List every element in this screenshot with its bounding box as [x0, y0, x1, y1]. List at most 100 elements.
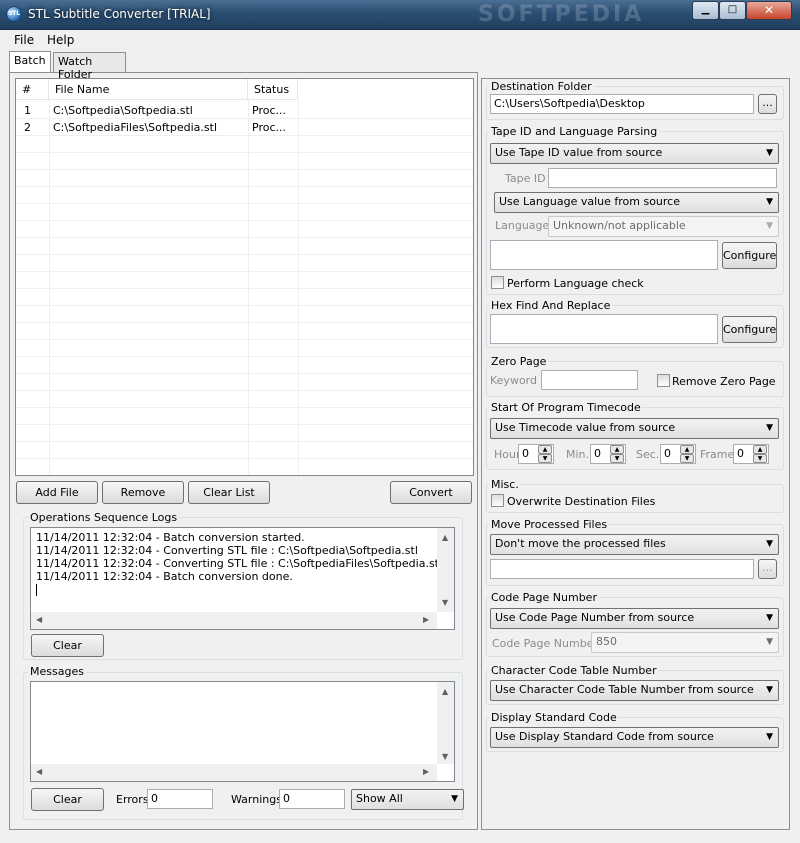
menu-file[interactable]: File [14, 33, 34, 47]
perform-language-check-label: Perform Language check [507, 277, 644, 290]
table-row[interactable]: 2 C:\SoftpediaFiles\Softpedia.stl Proc..… [16, 118, 473, 135]
scroll-left-icon[interactable]: ◀ [36, 767, 42, 776]
misc-title: Misc. [489, 478, 521, 491]
spin-down-icon[interactable]: ▼ [610, 454, 624, 463]
messages-filter-select[interactable]: Show All ▼ [351, 789, 464, 810]
spin-down-icon[interactable]: ▼ [680, 454, 694, 463]
tape-id-input[interactable] [548, 168, 777, 188]
hex-configure-button[interactable]: Configure [722, 316, 777, 343]
tape-id-label: Tape ID [505, 172, 546, 185]
code-page-number-select[interactable]: 850 ▼ [591, 632, 779, 653]
row-file-name: C:\SoftpediaFiles\Softpedia.stl [53, 121, 218, 134]
move-processed-value: Don't move the processed files [495, 537, 666, 550]
keyword-input[interactable] [541, 370, 638, 390]
second-value: 0 [664, 447, 671, 460]
minimize-button[interactable]: ▁ [692, 1, 719, 20]
log-horizontal-scrollbar[interactable]: ◀ ▶ [31, 612, 437, 629]
clear-logs-button[interactable]: Clear [31, 634, 104, 657]
grid-line [16, 220, 473, 221]
overwrite-destination-checkbox[interactable] [491, 494, 504, 507]
move-processed-select[interactable]: Don't move the processed files ▼ [490, 534, 779, 555]
grid-line [16, 288, 473, 289]
destination-browse-button[interactable]: ... [758, 94, 777, 114]
char-code-table-select[interactable]: Use Character Code Table Number from sou… [490, 680, 779, 701]
perform-language-check-checkbox[interactable] [491, 276, 504, 289]
minute-value: 0 [594, 447, 601, 460]
overwrite-destination-label: Overwrite Destination Files [507, 495, 656, 508]
menu-help[interactable]: Help [47, 33, 74, 47]
display-standard-select[interactable]: Use Display Standard Code from source ▼ [490, 727, 779, 748]
grid-line [16, 356, 473, 357]
row-status: Proc... [252, 121, 286, 134]
grid-line [16, 373, 473, 374]
column-header-status[interactable]: Status [248, 79, 298, 100]
messages-textarea[interactable]: ▲ ▼ ◀ ▶ [30, 681, 455, 782]
clear-messages-button[interactable]: Clear [31, 788, 104, 811]
spin-up-icon[interactable]: ▲ [538, 445, 552, 454]
move-processed-title: Move Processed Files [489, 518, 610, 531]
tab-batch[interactable]: Batch [9, 51, 51, 72]
row-number: 1 [24, 104, 31, 117]
spin-up-icon[interactable]: ▲ [753, 445, 767, 454]
clear-list-button[interactable]: Clear List [188, 481, 270, 504]
chevron-down-icon: ▼ [766, 197, 773, 207]
scroll-down-icon[interactable]: ▼ [442, 598, 448, 607]
tab-watch-folder[interactable]: Watch Folder [53, 52, 126, 81]
scroll-down-icon[interactable]: ▼ [442, 752, 448, 761]
row-file-name: C:\Softpedia\Softpedia.stl [53, 104, 193, 117]
second-spinner[interactable]: 0 ▲ ▼ [660, 444, 696, 464]
timecode-mode-value: Use Timecode value from source [495, 421, 676, 434]
spin-down-icon[interactable]: ▼ [753, 454, 767, 463]
scroll-up-icon[interactable]: ▲ [442, 533, 448, 542]
timecode-mode-select[interactable]: Use Timecode value from source ▼ [490, 418, 779, 439]
operations-log-textarea[interactable]: 11/14/2011 12:32:04 - Batch conversion s… [30, 527, 455, 630]
maximize-button[interactable]: □ [719, 1, 746, 20]
menu-bar [0, 30, 800, 50]
softpedia-watermark: SOFTPEDIA [478, 2, 645, 27]
log-line: 11/14/2011 12:32:04 - Converting STL fil… [36, 557, 443, 570]
grid-line [16, 339, 473, 340]
add-file-button[interactable]: Add File [16, 481, 98, 504]
code-page-mode-select[interactable]: Use Code Page Number from source ▼ [490, 608, 779, 629]
warnings-count: 0 [279, 789, 345, 809]
timecode-title: Start Of Program Timecode [489, 401, 643, 414]
convert-button[interactable]: Convert [390, 481, 472, 504]
chevron-down-icon: ▼ [451, 794, 458, 804]
log-vertical-scrollbar[interactable]: ▲ ▼ [437, 528, 454, 612]
frame-spinner[interactable]: 0 ▲ ▼ [733, 444, 769, 464]
log-line: 11/14/2011 12:32:04 - Converting STL fil… [36, 544, 418, 557]
scroll-right-icon[interactable]: ▶ [423, 767, 429, 776]
spin-down-icon[interactable]: ▼ [538, 454, 552, 463]
spin-up-icon[interactable]: ▲ [680, 445, 694, 454]
spin-up-icon[interactable]: ▲ [610, 445, 624, 454]
language-select[interactable]: Unknown/not applicable ▼ [548, 216, 779, 237]
grid-line [16, 254, 473, 255]
language-mode-select[interactable]: Use Language value from source ▼ [494, 192, 779, 213]
destination-folder-input[interactable]: C:\Users\Softpedia\Desktop [490, 94, 754, 114]
remove-zero-page-checkbox[interactable] [657, 374, 670, 387]
table-row[interactable]: 1 C:\Softpedia\Softpedia.stl Proc... [16, 101, 473, 118]
language-config-display[interactable] [490, 240, 718, 270]
code-page-mode-value: Use Code Page Number from source [495, 611, 695, 624]
file-list[interactable]: # File Name Status 1 C:\Softpedia\Softpe… [15, 78, 474, 476]
column-header-file-name[interactable]: File Name [49, 79, 248, 100]
move-browse-button[interactable]: ... [758, 559, 777, 579]
messages-horizontal-scrollbar[interactable]: ◀ ▶ [31, 764, 437, 781]
tape-id-mode-select[interactable]: Use Tape ID value from source ▼ [490, 143, 779, 164]
messages-vertical-scrollbar[interactable]: ▲ ▼ [437, 682, 454, 764]
close-button[interactable]: ✕ [746, 1, 792, 20]
remove-button[interactable]: Remove [102, 481, 184, 504]
move-folder-input[interactable] [490, 559, 754, 579]
scroll-right-icon[interactable]: ▶ [423, 615, 429, 624]
chevron-down-icon: ▼ [766, 637, 773, 647]
language-configure-button[interactable]: Configure [722, 242, 777, 269]
hour-spinner[interactable]: 0 ▲ ▼ [518, 444, 554, 464]
minute-spinner[interactable]: 0 ▲ ▼ [590, 444, 626, 464]
column-header-number[interactable]: # [16, 79, 49, 100]
scroll-left-icon[interactable]: ◀ [36, 615, 42, 624]
warnings-label: Warnings [231, 793, 282, 806]
hex-rules-display[interactable] [490, 314, 718, 344]
scroll-up-icon[interactable]: ▲ [442, 687, 448, 696]
log-line: 11/14/2011 12:32:04 - Batch conversion s… [36, 531, 305, 544]
minute-label: Min. [566, 448, 590, 461]
